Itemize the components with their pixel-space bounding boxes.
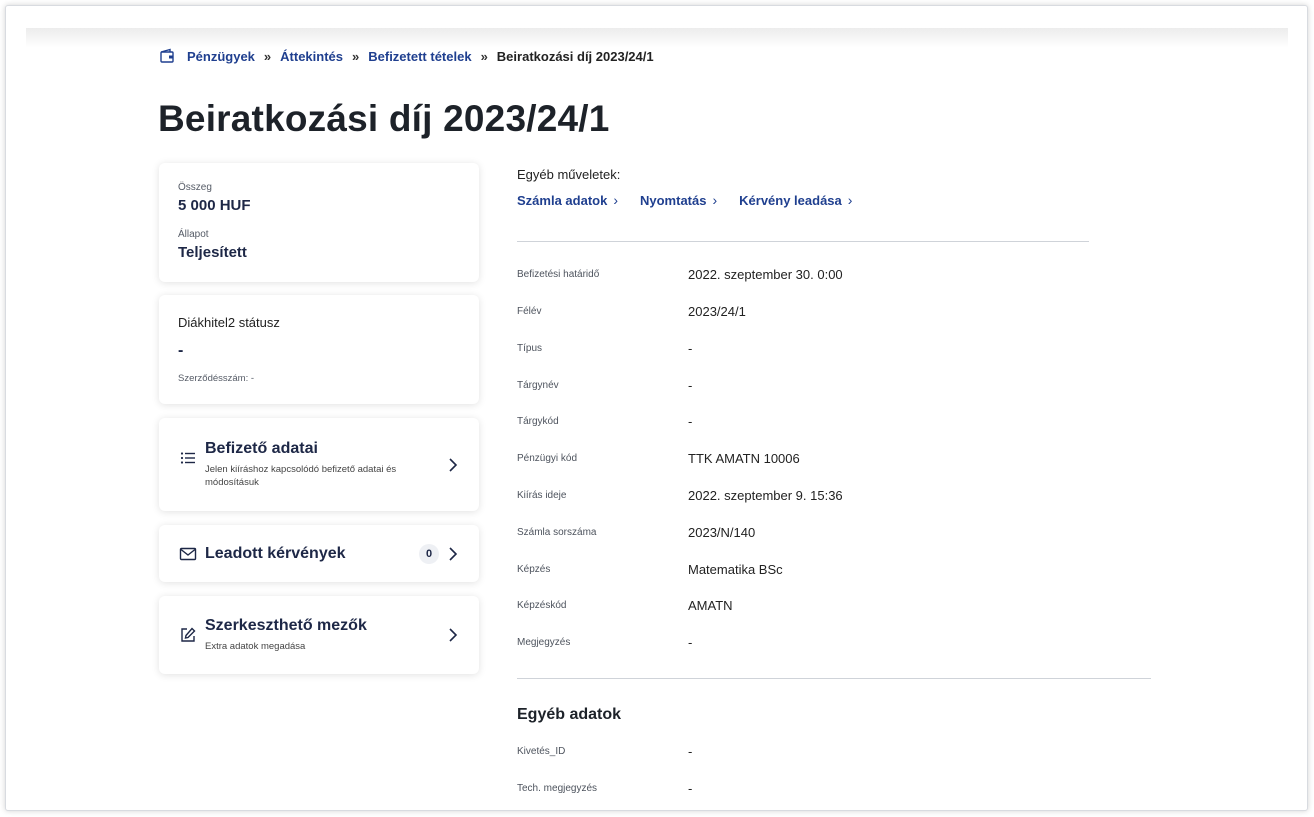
payer-text: Befizető adatai Jelen kiíráshoz kapcsoló… <box>205 440 439 489</box>
detail-label: Képzéskód <box>517 599 567 611</box>
other-data-title: Egyéb adatok <box>517 706 622 723</box>
detail-label: Típus <box>517 342 543 354</box>
detail-row: Tárgykód - <box>517 411 692 431</box>
top-band <box>26 28 1288 48</box>
payer-data-card[interactable]: Befizető adatai Jelen kiíráshoz kapcsoló… <box>159 418 479 511</box>
summary-card: Összeg 5 000 HUF Állapot Teljesített <box>159 163 479 282</box>
invoice-data-link[interactable]: Számla adatok › <box>517 192 618 208</box>
detail-value: - <box>688 340 693 356</box>
detail-label: Pénzügyi kód <box>517 452 578 464</box>
detail-value: - <box>688 377 693 393</box>
page-title: Beiratkozási díj 2023/24/1 <box>158 98 610 139</box>
status-value: Teljesített <box>178 244 247 261</box>
breadcrumb-separator: » <box>263 48 272 64</box>
detail-label: Kivetés_ID <box>517 745 566 757</box>
divider <box>517 678 1151 679</box>
detail-value: - <box>688 743 693 759</box>
chevron-right-icon[interactable] <box>447 546 459 562</box>
detail-row: Tárgynév - <box>517 375 692 395</box>
chevron-right-icon: › <box>847 192 853 208</box>
fields-title: Szerkeszthető mezők <box>205 617 367 634</box>
list-icon <box>179 449 197 467</box>
detail-row: Képzés Matematika BSc <box>517 559 783 579</box>
loan-title: Diákhitel2 státusz <box>178 315 280 330</box>
other-operations-links: Számla adatok › Nyomtatás › Kérvény leadás… <box>517 192 874 208</box>
breadcrumb-current: Beiratkozási díj 2023/24/1 <box>496 48 654 64</box>
app-frame: Pénzügyek » Áttekintés » Befizetett téte… <box>5 5 1308 811</box>
edit-icon <box>179 626 197 644</box>
detail-row: Számla sorszáma 2023/N/140 <box>517 522 755 542</box>
detail-value: 2023/24/1 <box>688 303 746 319</box>
detail-row: Kivetés_ID - <box>517 741 692 761</box>
detail-value: Matematika BSc <box>688 561 783 577</box>
chevron-right-icon: › <box>613 192 618 208</box>
detail-label: Félév <box>517 305 542 317</box>
amount-value: 5 000 HUF <box>178 197 251 214</box>
submit-request-link[interactable]: Kérvény leadása › <box>739 192 852 208</box>
breadcrumb-link-penzugyek[interactable]: Pénzügyek <box>187 49 255 64</box>
requests-count-badge: 0 <box>419 543 439 564</box>
detail-label: Befizetési határidő <box>517 268 600 280</box>
chevron-right-icon[interactable] <box>447 627 459 643</box>
print-link[interactable]: Nyomtatás › <box>640 192 717 208</box>
detail-value: TTK AMATN 10006 <box>688 450 800 466</box>
chevron-right-icon[interactable] <box>447 457 459 473</box>
detail-value: 2022. szeptember 9. 15:36 <box>688 487 843 503</box>
detail-label: Számla sorszáma <box>517 526 597 538</box>
detail-label: Tech. megjegyzés <box>517 782 598 794</box>
detail-label: Megjegyzés <box>517 636 571 648</box>
submit-request-link-label: Kérvény leadása <box>739 192 842 208</box>
fields-subtitle: Extra adatok megadása <box>205 641 306 652</box>
editable-fields-card[interactable]: Szerkeszthető mezők Extra adatok megadás… <box>159 596 479 674</box>
breadcrumb-link-attekintes[interactable]: Áttekintés <box>280 49 343 64</box>
status-label: Állapot <box>178 229 209 240</box>
detail-value: AMATN <box>688 597 733 613</box>
divider <box>517 241 1089 242</box>
detail-row: Típus - <box>517 338 692 358</box>
wallet-icon[interactable] <box>159 48 175 64</box>
breadcrumb: Pénzügyek » Áttekintés » Befizetett téte… <box>159 47 654 65</box>
amount-label: Összeg <box>178 182 212 193</box>
payer-title: Befizető adatai <box>205 440 318 457</box>
requests-text: Leadott kérvények <box>205 545 419 563</box>
detail-value: - <box>688 780 693 796</box>
student-loan-card: Diákhitel2 státusz - Szerződésszám: - <box>159 295 479 404</box>
breadcrumb-separator: » <box>480 48 488 64</box>
detail-label: Tárgykód <box>517 415 559 427</box>
submitted-requests-card[interactable]: Leadott kérvények 0 <box>159 525 479 582</box>
fields-text: Szerkeszthető mezők Extra adatok megadás… <box>205 617 439 653</box>
detail-row: Megjegyzés - <box>517 632 692 652</box>
detail-label: Képzés <box>517 563 551 575</box>
breadcrumb-separator: » <box>352 48 360 64</box>
detail-label: Kiírás ideje <box>517 489 567 501</box>
contract-number: Szerződésszám: - <box>178 373 255 384</box>
detail-value: - <box>688 634 693 650</box>
loan-value: - <box>178 342 184 359</box>
detail-row: Kiírás ideje 2022. szeptember 9. 15:36 <box>517 485 843 505</box>
payer-subtitle: Jelen kiíráshoz kapcsolódó befizető adat… <box>205 464 397 488</box>
requests-title: Leadott kérvények <box>205 544 346 562</box>
other-operations-label: Egyéb műveletek: <box>517 167 621 182</box>
detail-row: Befizetési határidő 2022. szeptember 30.… <box>517 264 843 284</box>
detail-row: Tech. megjegyzés - <box>517 778 692 798</box>
invoice-data-link-label: Számla adatok <box>517 192 608 208</box>
detail-label: Tárgynév <box>517 379 559 391</box>
detail-row: Képzéskód AMATN <box>517 595 733 615</box>
print-link-label: Nyomtatás <box>640 192 707 208</box>
detail-row: Félév 2023/24/1 <box>517 301 746 321</box>
detail-value: - <box>688 413 693 429</box>
detail-row: Pénzügyi kód TTK AMATN 10006 <box>517 448 800 468</box>
breadcrumb-link-befizetett-tetelek[interactable]: Befizetett tételek <box>368 49 471 64</box>
detail-value: 2023/N/140 <box>688 524 756 540</box>
chevron-right-icon: › <box>712 192 718 208</box>
detail-value: 2022. szeptember 30. 0:00 <box>688 266 843 282</box>
envelope-icon <box>179 545 197 563</box>
